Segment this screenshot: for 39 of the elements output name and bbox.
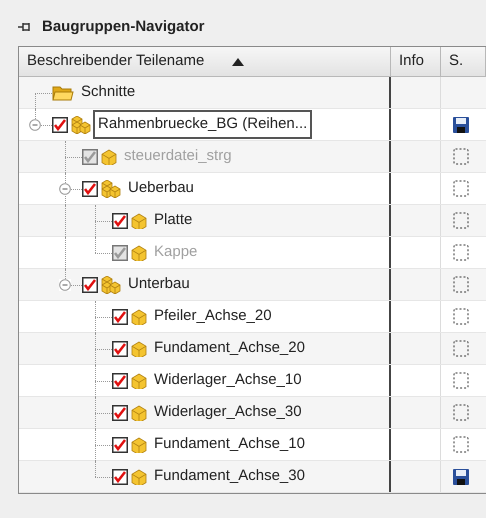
cube-icon: [101, 148, 117, 164]
checkbox[interactable]: [112, 468, 128, 484]
checkbox[interactable]: [112, 212, 128, 228]
column-header[interactable]: Beschreibender Teilename: [19, 47, 391, 76]
cube-icon: [131, 468, 147, 484]
cube-icon: [131, 436, 147, 452]
checkbox[interactable]: [112, 372, 128, 388]
cubes-icon: [101, 180, 121, 198]
column-header[interactable]: S.: [441, 47, 486, 76]
panel-title: Baugruppen-Navigator: [42, 16, 205, 37]
tree-item[interactable]: Fundament_Achse_10: [151, 432, 308, 457]
cube-icon: [131, 372, 147, 388]
checkbox[interactable]: [112, 340, 128, 356]
tree-item[interactable]: Unterbau: [125, 272, 193, 297]
checkbox[interactable]: [52, 116, 68, 132]
pin-icon[interactable]: [18, 21, 32, 33]
checkbox[interactable]: [112, 436, 128, 452]
collapse-icon[interactable]: [29, 118, 41, 130]
cube-icon: [131, 404, 147, 420]
tree-item[interactable]: Pfeiler_Achse_20: [151, 304, 275, 329]
collapse-icon[interactable]: [59, 278, 71, 290]
tree-item[interactable]: Platte: [151, 208, 196, 233]
tree-item[interactable]: Ueberbau: [125, 176, 197, 201]
checkbox[interactable]: [112, 404, 128, 420]
folder-icon: [52, 84, 74, 100]
checkbox[interactable]: [82, 180, 98, 196]
tree-item[interactable]: Rahmenbruecke_BG (Reihen...: [95, 112, 310, 137]
tree-item[interactable]: Schnitte: [78, 80, 138, 105]
collapse-icon[interactable]: [59, 182, 71, 194]
cube-icon: [131, 244, 147, 260]
checkbox[interactable]: [112, 308, 128, 324]
column-header[interactable]: Info: [391, 47, 441, 76]
cubes-icon: [101, 276, 121, 294]
tree-item[interactable]: Widerlager_Achse_10: [151, 368, 305, 393]
cube-icon: [131, 340, 147, 356]
cube-icon: [131, 308, 147, 324]
cubes-icon: [71, 116, 91, 134]
cube-icon: [131, 212, 147, 228]
checkbox[interactable]: [82, 276, 98, 292]
